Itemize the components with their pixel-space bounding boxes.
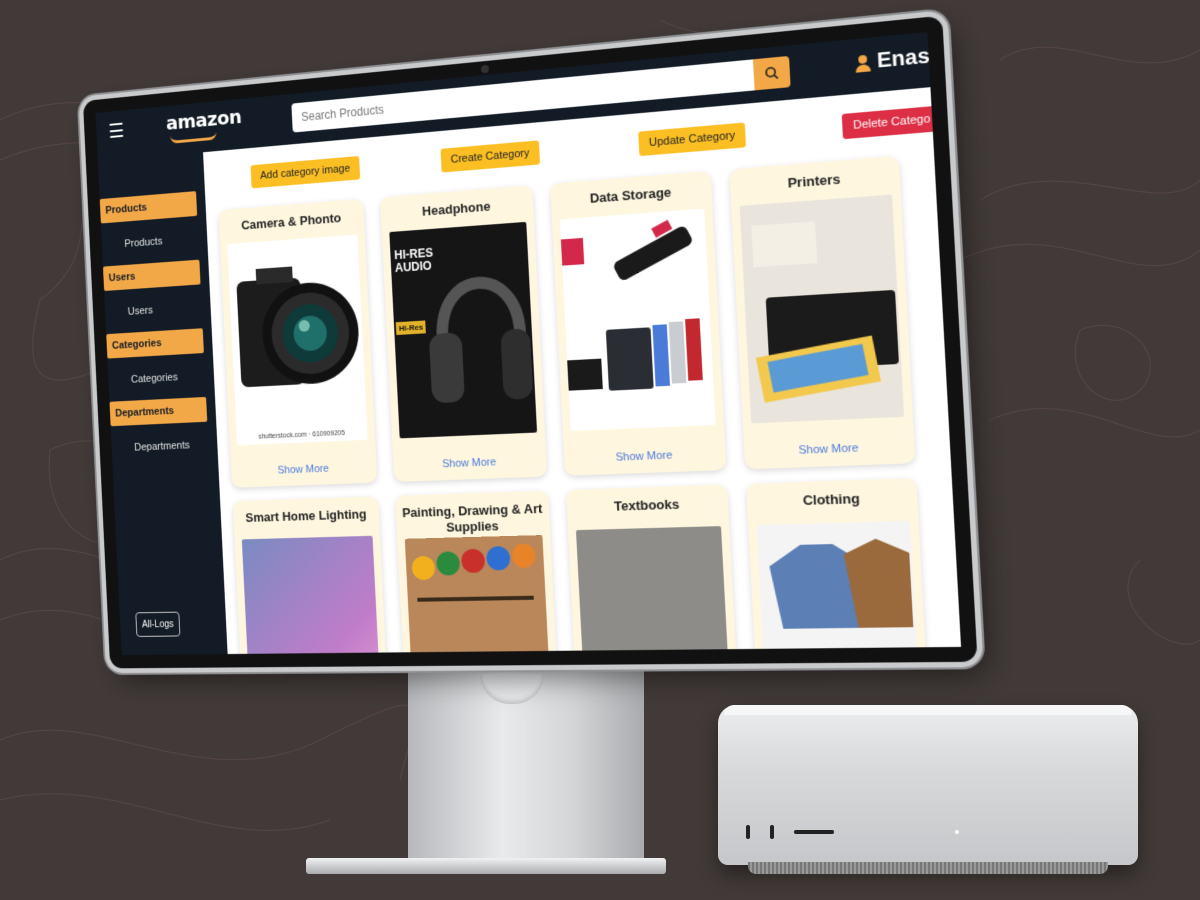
search-icon	[764, 65, 780, 81]
mac-studio	[718, 705, 1138, 865]
category-card[interactable]: Data Storage Show More	[550, 171, 726, 476]
card-title: Headphone	[380, 195, 533, 222]
add-category-image-button[interactable]: Add category image	[251, 156, 361, 188]
monitor: ☰ amazon Enas Awad Products Products Use…	[83, 16, 978, 669]
sidebar-heading-users[interactable]: Users	[103, 260, 201, 291]
show-more-link[interactable]: Show More	[744, 440, 915, 459]
category-card[interactable]: Clothing	[746, 478, 928, 654]
amazon-logo[interactable]: amazon	[165, 105, 241, 135]
webcam	[481, 65, 489, 74]
show-more-link[interactable]: Show More	[564, 447, 726, 465]
sidebar-heading-products[interactable]: Products	[100, 191, 197, 223]
headphone-image: HI-RES AUDIO Hi-Res	[389, 222, 537, 439]
card-title: Smart Home Lighting	[233, 506, 379, 526]
camera-image: shutterstock.com · 610909205	[227, 234, 367, 445]
category-card[interactable]: Headphone HI-RES AUDIO Hi-Res Show More	[380, 185, 547, 482]
sidebar-heading-departments[interactable]: Departments	[109, 397, 207, 426]
usb-c-port	[770, 825, 774, 839]
sidebar-heading-categories[interactable]: Categories	[106, 328, 204, 358]
printer-icon	[740, 195, 904, 409]
show-more-link[interactable]: Show More	[231, 461, 377, 478]
user-icon	[855, 54, 871, 72]
category-card[interactable]: Camera & Phonto shutterstock.com · 61090…	[218, 199, 377, 488]
main-content: Add category image Create Category Updat…	[203, 87, 961, 654]
printer-image	[740, 195, 904, 424]
create-category-button[interactable]: Create Category	[441, 140, 540, 172]
sidebar-item-categories[interactable]: Categories	[131, 372, 178, 386]
camera-icon	[227, 234, 367, 431]
card-title: Textbooks	[566, 495, 728, 516]
headphone-icon	[419, 242, 537, 427]
card-title: Painting, Drawing & Art Supplies	[396, 501, 551, 537]
clothing-image	[757, 521, 922, 654]
paint-jars-icon	[405, 535, 548, 637]
card-title: Data Storage	[551, 181, 712, 209]
sidebar-item-products[interactable]: Products	[124, 236, 162, 250]
sidebar-item-departments[interactable]: Departments	[134, 440, 190, 454]
sidebar-item-users[interactable]: Users	[127, 305, 153, 318]
usb-drive-icon	[560, 209, 715, 417]
category-card[interactable]: Textbooks	[566, 484, 738, 654]
usb-c-port	[746, 825, 750, 839]
monitor-stand-base	[306, 858, 666, 874]
textbooks-image	[576, 526, 733, 654]
power-led	[955, 830, 959, 834]
hamburger-menu-icon[interactable]: ☰	[108, 122, 124, 142]
search-button[interactable]	[753, 56, 791, 90]
all-logs-button[interactable]: All-Logs	[135, 612, 180, 637]
art-supplies-image	[405, 535, 553, 654]
smart-lighting-image	[242, 536, 383, 654]
data-storage-image	[560, 209, 716, 432]
card-title: Printers	[730, 166, 900, 195]
card-title: Camera & Phonto	[219, 208, 364, 234]
category-card[interactable]: Painting, Drawing & Art Supplies	[395, 491, 558, 654]
delete-category-button[interactable]: Delete Catego	[842, 105, 942, 139]
card-title: Clothing	[747, 489, 918, 511]
category-card[interactable]: Printers Show More	[729, 156, 915, 470]
shirt-icon	[757, 521, 916, 629]
sd-card-slot	[794, 830, 834, 834]
mac-studio-vents	[748, 862, 1108, 874]
update-category-button[interactable]: Update Category	[638, 122, 746, 156]
show-more-link[interactable]: Show More	[393, 454, 547, 472]
category-card[interactable]: Smart Home Lighting	[233, 496, 388, 654]
screen: ☰ amazon Enas Awad Products Products Use…	[96, 32, 961, 655]
mac-studio-top	[724, 705, 1132, 715]
amazon-logo-smile	[170, 132, 217, 144]
